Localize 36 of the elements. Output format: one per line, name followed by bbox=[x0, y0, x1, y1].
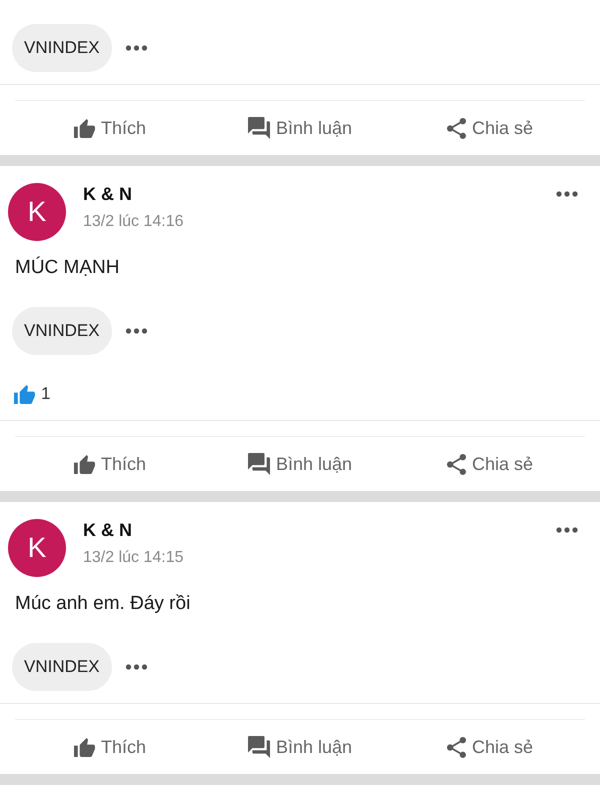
share-icon bbox=[446, 736, 466, 758]
author-name: K & N bbox=[83, 183, 133, 205]
chat-bubbles-icon bbox=[248, 736, 270, 758]
more-icon[interactable] bbox=[124, 45, 148, 51]
tag-chip[interactable]: VNINDEX bbox=[12, 643, 112, 691]
post-text: MÚC MẠNH bbox=[14, 256, 120, 280]
tag-chip[interactable]: VNINDEX bbox=[12, 24, 112, 72]
share-button[interactable]: Chia sẻ bbox=[395, 101, 585, 155]
share-button[interactable]: Chia sẻ bbox=[395, 437, 585, 491]
post-time: 13/2 lúc 14:15 bbox=[83, 548, 184, 568]
more-icon[interactable] bbox=[124, 664, 148, 670]
comment-button[interactable]: Bình luận bbox=[205, 437, 395, 491]
like-button[interactable]: Thích bbox=[15, 720, 205, 774]
chat-bubbles-icon bbox=[248, 117, 270, 139]
share-icon bbox=[446, 454, 466, 474]
more-icon[interactable] bbox=[124, 328, 148, 334]
like-button[interactable]: Thích bbox=[15, 437, 205, 491]
chat-bubbles-icon bbox=[248, 453, 270, 475]
avatar: K bbox=[8, 519, 66, 577]
post-time: 13/2 lúc 14:16 bbox=[83, 212, 184, 232]
post-text: Múc anh em. Đáy rồi bbox=[14, 592, 192, 616]
more-icon[interactable] bbox=[556, 527, 578, 533]
thumbs-up-icon bbox=[74, 118, 95, 138]
tag-chip[interactable]: VNINDEX bbox=[12, 307, 112, 355]
thumbs-up-icon bbox=[74, 738, 95, 756]
comment-button[interactable]: Bình luận bbox=[205, 720, 395, 774]
comment-button[interactable]: Bình luận bbox=[205, 101, 395, 155]
like-button[interactable]: Thích bbox=[15, 101, 205, 155]
more-icon[interactable] bbox=[556, 191, 578, 197]
author-name: K & N bbox=[83, 519, 133, 541]
thumbs-up-icon bbox=[74, 454, 95, 474]
share-icon bbox=[446, 118, 466, 138]
like-count: 1 bbox=[41, 383, 50, 406]
avatar: K bbox=[8, 183, 66, 241]
thumbs-up-icon bbox=[14, 384, 35, 404]
share-button[interactable]: Chia sẻ bbox=[395, 720, 585, 774]
